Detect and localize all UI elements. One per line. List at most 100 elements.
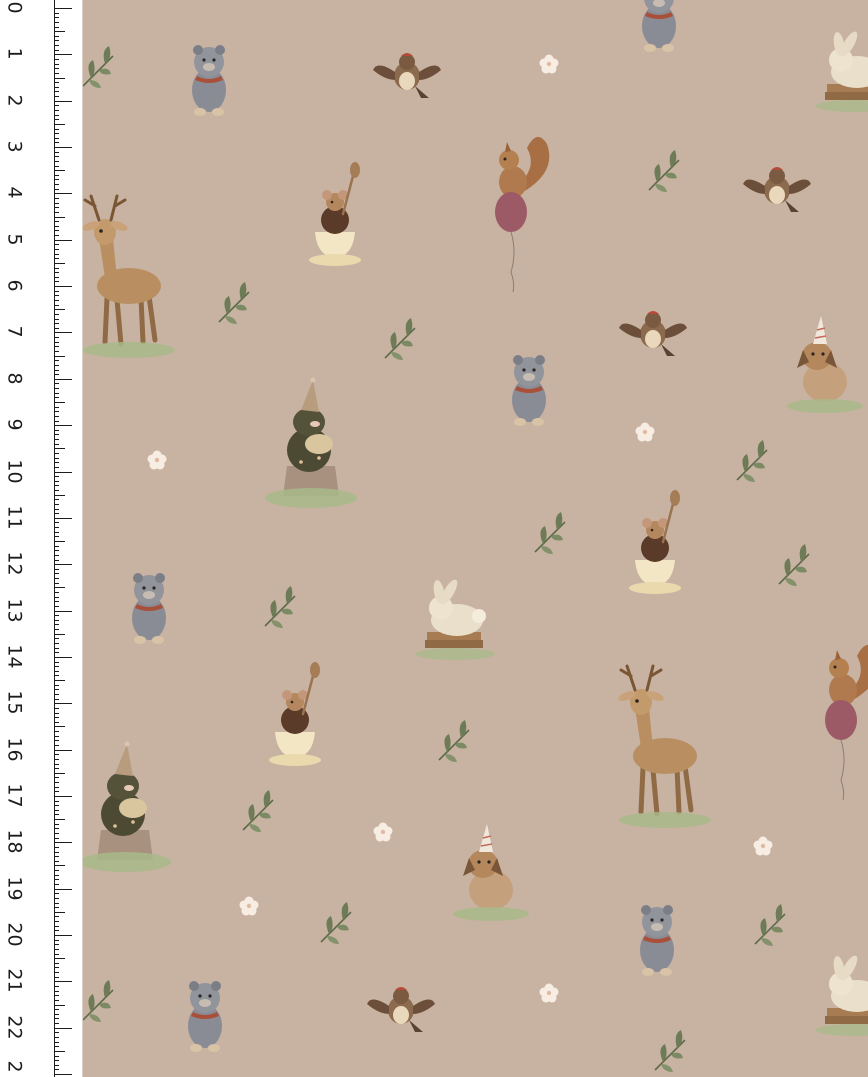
ruler-tick (54, 907, 59, 908)
ruler-number: 13 (3, 598, 26, 623)
bird-icon (743, 167, 811, 212)
ruler-tick (54, 1046, 59, 1047)
ruler-tick (54, 1069, 59, 1070)
ruler-tick (54, 624, 59, 625)
ruler-tick (54, 513, 59, 514)
ruler-tick (54, 244, 59, 245)
ruler-tick (54, 879, 59, 880)
ruler-tick (54, 685, 59, 686)
leaf-icon (778, 543, 810, 587)
ruler-tick (54, 699, 59, 700)
bear-icon (642, 0, 676, 52)
bear-icon (132, 573, 166, 644)
ruler-tick (54, 601, 59, 602)
ruler-tick (54, 736, 59, 737)
ruler-tick (54, 689, 59, 690)
ruler-tick (54, 972, 59, 973)
ruler-tick (54, 977, 59, 978)
leaf-icon (264, 585, 296, 629)
ruler-number: 18 (3, 829, 26, 854)
ruler-tick (54, 861, 59, 862)
ruler-tick (54, 903, 59, 904)
ruler-tick (54, 898, 59, 899)
ruler-tick (54, 175, 59, 176)
ruler-tick (54, 930, 59, 931)
ruler-tick (54, 963, 59, 964)
ruler-tick (54, 105, 59, 106)
bear-icon (640, 905, 674, 976)
dog-party-hat-icon (452, 823, 530, 922)
ruler-tick (54, 532, 59, 533)
ruler-tick (54, 717, 59, 718)
ruler-tick (54, 833, 59, 834)
ruler-tick (54, 824, 59, 825)
ruler-number: 6 (3, 279, 26, 292)
ruler-tick (54, 346, 59, 347)
ruler-tick (54, 370, 59, 371)
ruler-tick (54, 912, 65, 913)
flower-icon (753, 836, 773, 856)
ruler-tick (54, 1005, 65, 1006)
ruler-tick (54, 147, 72, 148)
measurement-ruler: 0 1 2 3 4 5 6 7 8 9 10 11 12 13 14 15 16 17 18 19 20 21 22 2 (0, 0, 83, 1077)
ruler-tick (54, 13, 59, 14)
ruler-tick (54, 444, 59, 445)
dog-party-hat-icon (786, 315, 864, 414)
ruler-tick (54, 935, 72, 936)
ruler-tick (54, 263, 65, 264)
ruler-tick (54, 949, 59, 950)
ruler-tick (54, 1065, 59, 1066)
ruler-tick (54, 179, 59, 180)
ruler-tick (54, 662, 59, 663)
ruler-tick (54, 476, 59, 477)
ruler-tick (54, 865, 65, 866)
ruler-tick (54, 490, 59, 491)
ruler-tick (54, 856, 59, 857)
leaf-icon (83, 979, 114, 1023)
ruler-tick (54, 852, 59, 853)
ruler-number: 8 (3, 372, 26, 385)
ruler-number: 11 (3, 505, 26, 530)
ruler-tick (54, 129, 59, 130)
ruler-tick (54, 416, 59, 417)
ruler-tick (54, 300, 59, 301)
ruler-tick (54, 383, 59, 384)
ruler-tick (54, 921, 59, 922)
ruler-tick (54, 462, 59, 463)
ruler-tick (54, 838, 59, 839)
ruler-tick (54, 68, 59, 69)
deer-icon (617, 666, 711, 828)
ruler-tick (54, 458, 59, 459)
ruler-tick (54, 226, 59, 227)
bear-icon (188, 981, 222, 1052)
ruler-tick (54, 152, 59, 153)
bunny-books-icon (815, 953, 868, 1036)
ruler-number: 15 (3, 690, 26, 715)
ruler-tick (54, 592, 59, 593)
ruler-number: 2 (3, 94, 26, 107)
ruler-tick (54, 583, 59, 584)
ruler-tick (54, 541, 65, 542)
ruler-tick (54, 258, 59, 259)
ruler-tick (54, 360, 59, 361)
ruler-tick (54, 277, 59, 278)
ruler-tick (54, 1037, 59, 1038)
flower-icon (373, 822, 393, 842)
ruler-tick (54, 166, 59, 167)
ruler-number: 12 (3, 551, 26, 576)
leaf-icon (754, 903, 786, 947)
ruler-tick (54, 1032, 59, 1033)
ruler-tick (54, 142, 59, 143)
ruler-tick (54, 1009, 59, 1010)
ruler-tick (54, 847, 59, 848)
ruler-tick (54, 397, 59, 398)
ruler-tick (54, 708, 59, 709)
ruler-tick (54, 703, 72, 704)
ruler-tick (54, 889, 72, 890)
ruler-tick (54, 281, 59, 282)
ruler-number: 20 (3, 922, 26, 947)
ruler-tick (54, 940, 59, 941)
ruler-tick (54, 305, 59, 306)
ruler-tick (54, 546, 59, 547)
ruler-number: 2 (3, 1060, 26, 1073)
